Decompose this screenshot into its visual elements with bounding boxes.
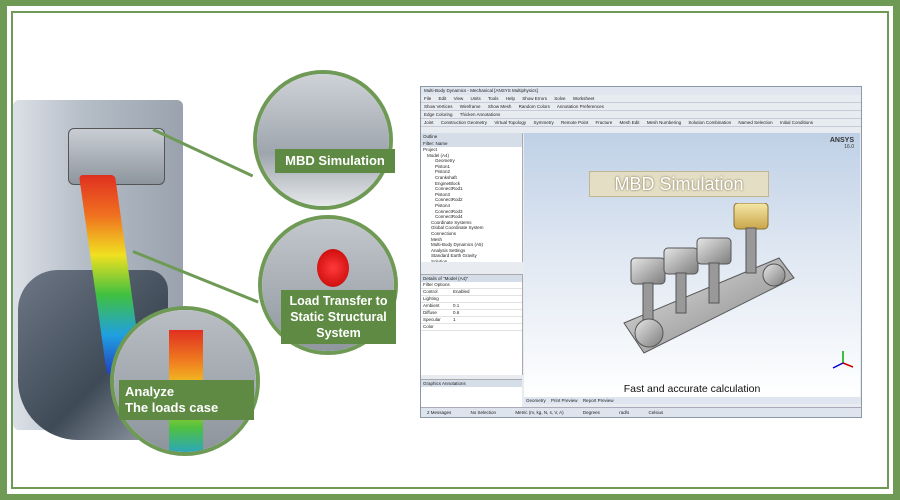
piston-detail-bubble <box>253 70 393 210</box>
toolbar-display: Show Vertices Wireframe Show Mesh Random… <box>421 103 861 111</box>
details-key: Lighting <box>423 296 439 301</box>
engine-illustration: MBD Simulation Load Transfer to Static S… <box>13 60 413 460</box>
menu-tools[interactable]: Tools <box>488 96 499 101</box>
details-row[interactable]: Control Enabled <box>421 289 522 296</box>
details-row[interactable]: Lighting <box>421 296 522 303</box>
load-point-marker <box>317 249 349 287</box>
named-selection-button[interactable]: Named Selection <box>738 120 772 125</box>
load-transfer-label: Load Transfer to Static Structural Syste… <box>281 290 396 344</box>
load-transfer-line-1: Load Transfer to <box>289 294 388 308</box>
menu-help[interactable]: Help <box>506 96 515 101</box>
edge-coloring-button[interactable]: Edge Coloring <box>424 112 453 117</box>
load-transfer-line-3: System <box>316 326 361 340</box>
show-vertices-button[interactable]: Show Vertices <box>424 104 453 109</box>
annotation-preferences-button[interactable]: Annotation Preferences <box>557 104 604 109</box>
ansys-mechanical-window: Multi-Body Dynamics - Mechanical [ANSYS … <box>420 86 862 418</box>
outline-filter: Filter: Name <box>421 140 522 147</box>
random-colors-button[interactable]: Random Colors <box>519 104 550 109</box>
annotations-panel: Graphics Annotations <box>421 379 522 410</box>
engine-model <box>623 203 795 354</box>
details-row[interactable]: Color <box>421 324 522 331</box>
tab-print-preview[interactable]: Print Preview <box>551 398 578 403</box>
construction-geometry-button[interactable]: Construction Geometry <box>441 120 487 125</box>
details-row[interactable]: Filter Options <box>421 282 522 289</box>
mbd-simulation-label: MBD Simulation <box>275 149 395 173</box>
analyze-label: Analyze The loads case <box>119 380 254 420</box>
outline-title: Outline <box>421 133 522 140</box>
outline-tree: Outline Filter: Name Project Model (A4) Ge… <box>421 133 523 262</box>
solve-button[interactable]: Solve <box>554 96 565 101</box>
details-key: Ambient <box>423 303 440 308</box>
tab-report-preview[interactable]: Report Preview <box>583 398 614 403</box>
details-value[interactable]: 0.6 <box>453 310 459 316</box>
menu-bar: File Edit View Units Tools Help Show Err… <box>421 95 861 103</box>
details-key: Specular <box>423 317 441 322</box>
worksheet-button[interactable]: Worksheet <box>573 96 594 101</box>
remote-point-button[interactable]: Remote Point <box>561 120 588 125</box>
menu-units[interactable]: Units <box>471 96 481 101</box>
window-title: Multi-Body Dynamics - Mechanical [ANSYS … <box>421 87 861 95</box>
symmetry-button[interactable]: Symmetry <box>533 120 553 125</box>
graphics-viewport[interactable]: ANSYS 16.0 MBD Simulation Fast and accur… <box>524 133 860 397</box>
details-panel: Details of "Model (A4)" Filter Options Co… <box>421 274 523 375</box>
solution-combination-button[interactable]: Solution Combination <box>688 120 731 125</box>
wireframe-button[interactable]: Wireframe <box>460 104 481 109</box>
toolbar-edges: Edge Coloring Thicken Annotations <box>421 111 861 119</box>
mesh-numbering-button[interactable]: Mesh Numbering <box>647 120 681 125</box>
show-mesh-button[interactable]: Show Mesh <box>488 104 512 109</box>
details-value[interactable]: 0.1 <box>453 303 459 309</box>
viewport-caption: Fast and accurate calculation <box>623 383 761 395</box>
ansys-logo: ANSYS 16.0 <box>829 137 854 150</box>
bottom-tabs: Geometry Print Preview Report Preview <box>524 397 861 404</box>
mesh-edit-button[interactable]: Mesh Edit <box>620 120 640 125</box>
analyze-line-1: Analyze <box>125 384 175 399</box>
details-key: Control <box>423 289 438 294</box>
details-row[interactable]: Ambient 0.1 <box>421 303 522 310</box>
menu-view[interactable]: View <box>454 96 464 101</box>
joint-button[interactable]: Joint <box>424 120 434 125</box>
initial-conditions-button[interactable]: Initial Conditions <box>780 120 813 125</box>
status-messages[interactable]: 2 Messages <box>427 410 451 415</box>
virtual-topology-button[interactable]: Virtual Topology <box>494 120 526 125</box>
show-errors-button[interactable]: Show Errors <box>522 96 547 101</box>
details-key: Diffuse <box>423 310 437 315</box>
menu-edit[interactable]: Edit <box>439 96 447 101</box>
axis-triad-icon <box>832 351 854 369</box>
status-selection: No Selection <box>470 410 497 415</box>
details-key: Filter Options <box>423 282 450 287</box>
status-bar: 2 Messages No Selection Metric (m, kg, N… <box>421 407 861 417</box>
analyze-line-2: The loads case <box>125 400 219 415</box>
details-key: Color <box>423 324 434 329</box>
fracture-button[interactable]: Fracture <box>596 120 613 125</box>
tab-geometry[interactable]: Geometry <box>526 398 546 403</box>
toolbar-model: Joint Construction Geometry Virtual Topo… <box>421 119 861 127</box>
tree-item[interactable]: Solution <box>421 259 522 262</box>
load-transfer-line-2: Static Structural <box>290 310 387 324</box>
menu-file[interactable]: File <box>424 96 431 101</box>
status-angle[interactable]: Degrees <box>583 410 600 415</box>
details-title: Details of "Model (A4)" <box>421 275 522 282</box>
viewport-banner: MBD Simulation <box>589 171 769 197</box>
status-temperature[interactable]: Celsius <box>648 410 663 415</box>
details-row[interactable]: Diffuse 0.6 <box>421 310 522 317</box>
status-units[interactable]: Metric (m, kg, N, s, V, A) <box>515 410 563 415</box>
annotations-title: Graphics Annotations <box>421 380 522 387</box>
status-rotation[interactable]: rad/s <box>619 410 629 415</box>
details-value[interactable]: Enabled <box>453 289 470 295</box>
details-row[interactable]: Specular 1 <box>421 317 522 324</box>
thicken-annotations-button[interactable]: Thicken Annotations <box>460 112 501 117</box>
details-value[interactable]: 1 <box>453 317 456 323</box>
